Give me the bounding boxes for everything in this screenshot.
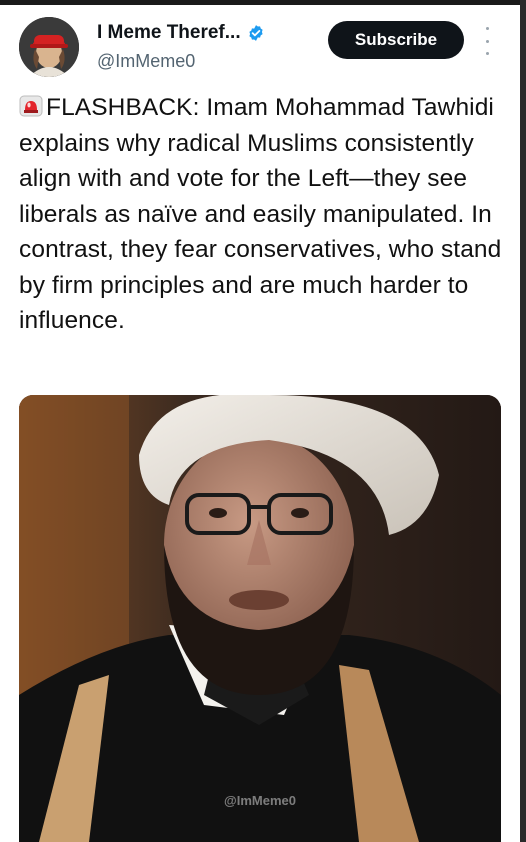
more-options-icon[interactable]: [482, 27, 492, 55]
verified-badge-icon: [247, 24, 265, 42]
right-edge: [520, 0, 526, 842]
author-name-row: I Meme Theref...: [97, 22, 265, 44]
post-text-block: FLASHBACK: Imam Mohammad Tawhidi explain…: [19, 90, 509, 339]
siren-emoji-icon: [19, 92, 43, 117]
subscribe-button[interactable]: Subscribe: [328, 21, 464, 59]
video-watermark: @ImMeme0: [224, 793, 296, 808]
author-avatar[interactable]: [19, 17, 79, 77]
post-body: FLASHBACK: Imam Mohammad Tawhidi explain…: [19, 94, 502, 334]
author-handle[interactable]: @ImMeme0: [97, 51, 195, 72]
post-header: I Meme Theref... @ImMeme0 Subscribe: [0, 5, 520, 83]
author-name[interactable]: I Meme Theref...: [97, 22, 241, 44]
post-video[interactable]: @ImMeme0: [19, 395, 501, 842]
